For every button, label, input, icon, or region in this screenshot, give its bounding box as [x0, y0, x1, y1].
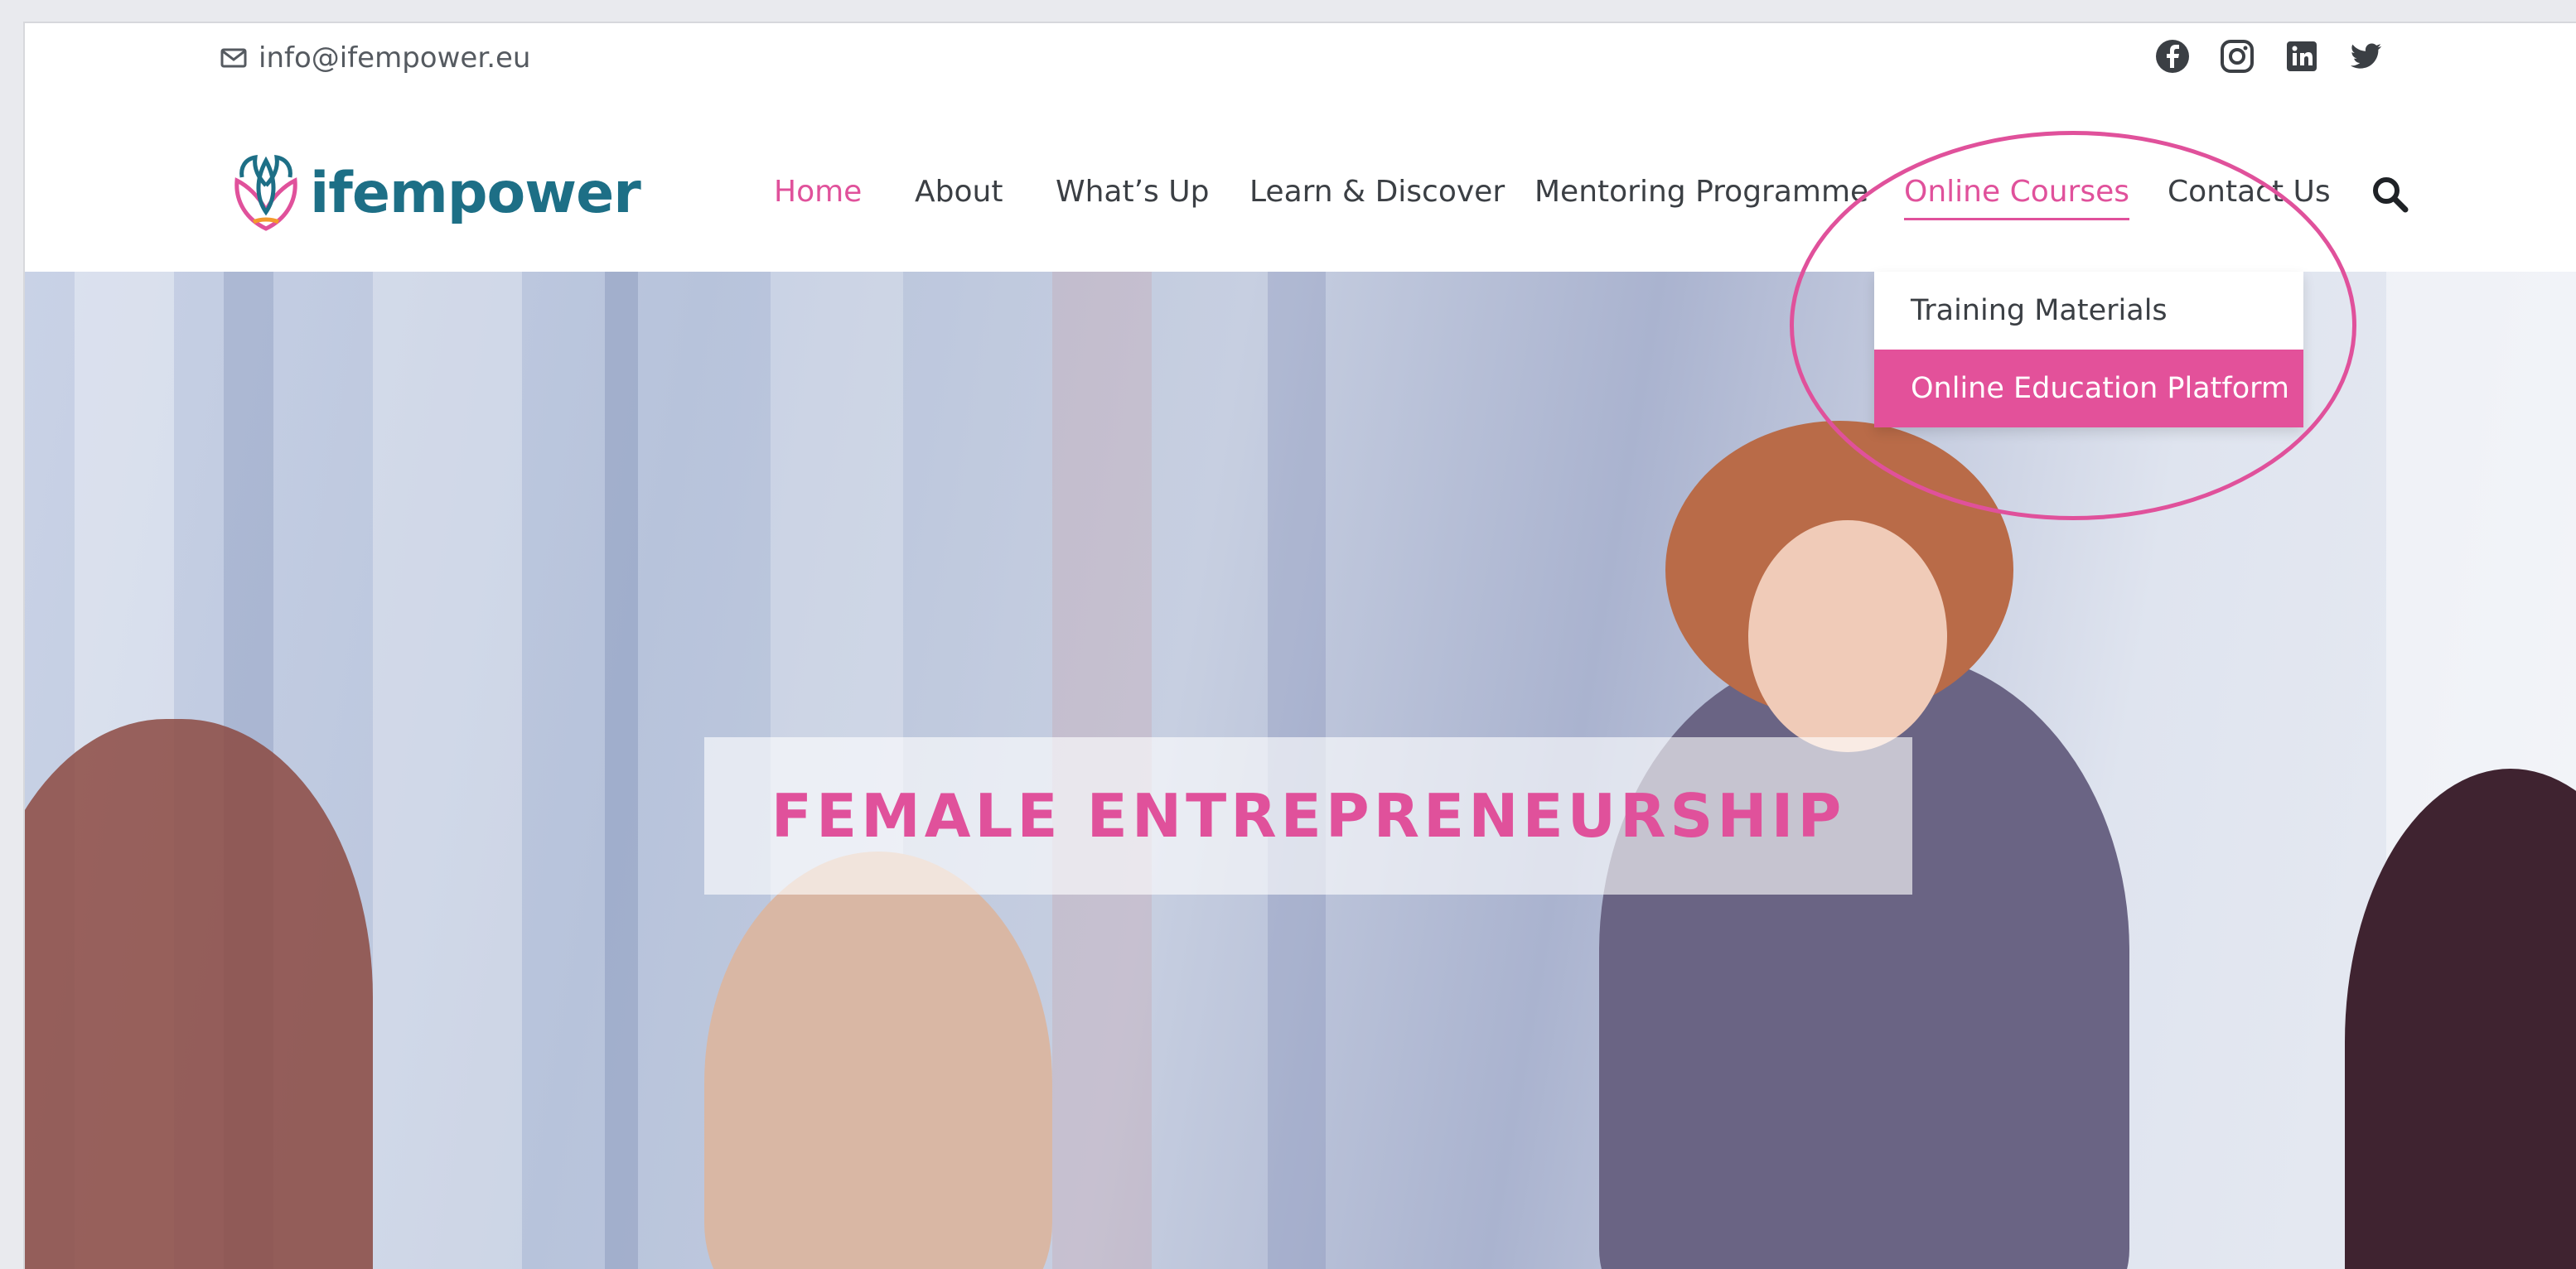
facebook-icon[interactable] [2154, 38, 2191, 75]
nav-item-whats-up[interactable]: What’s Up [1056, 167, 1209, 217]
hero-title: FEMALE ENTREPRENEURSHIP [771, 781, 1846, 851]
social-links [2154, 38, 2385, 75]
nav-item-contact-us[interactable]: Contact Us [2168, 167, 2331, 217]
email-text: info@ifempower.eu [259, 41, 531, 75]
browser-viewport: info@ifempower.eu ifempower Home About W… [23, 22, 2576, 1269]
dropdown-item-online-education-platform[interactable]: Online Education Platform [1874, 350, 2303, 427]
nav-item-home[interactable]: Home [774, 167, 862, 217]
logo-text: ifempower [310, 160, 641, 226]
nav-item-learn-discover[interactable]: Learn & Discover [1249, 167, 1505, 217]
dropdown-item-training-materials[interactable]: Training Materials [1874, 272, 2303, 350]
nav-item-online-courses[interactable]: Online Courses [1904, 167, 2130, 220]
email-link[interactable]: info@ifempower.eu [220, 38, 530, 78]
search-icon[interactable] [2370, 174, 2411, 215]
hero-banner: FEMALE ENTREPRENEURSHIP [704, 737, 1912, 895]
envelope-icon [220, 48, 247, 68]
lotus-logo-icon [234, 154, 297, 231]
site-header: ifempower Home About What’s Up Learn & D… [25, 98, 2576, 295]
linkedin-icon[interactable] [2284, 38, 2320, 75]
site-logo[interactable]: ifempower [230, 152, 641, 234]
twitter-icon[interactable] [2348, 38, 2385, 75]
instagram-icon[interactable] [2219, 38, 2255, 75]
online-courses-dropdown: Training Materials Online Education Plat… [1874, 272, 2303, 427]
nav-item-about[interactable]: About [915, 167, 1003, 217]
nav-item-mentoring-programme[interactable]: Mentoring Programme [1534, 167, 1868, 217]
top-bar: info@ifempower.eu [25, 23, 2576, 98]
